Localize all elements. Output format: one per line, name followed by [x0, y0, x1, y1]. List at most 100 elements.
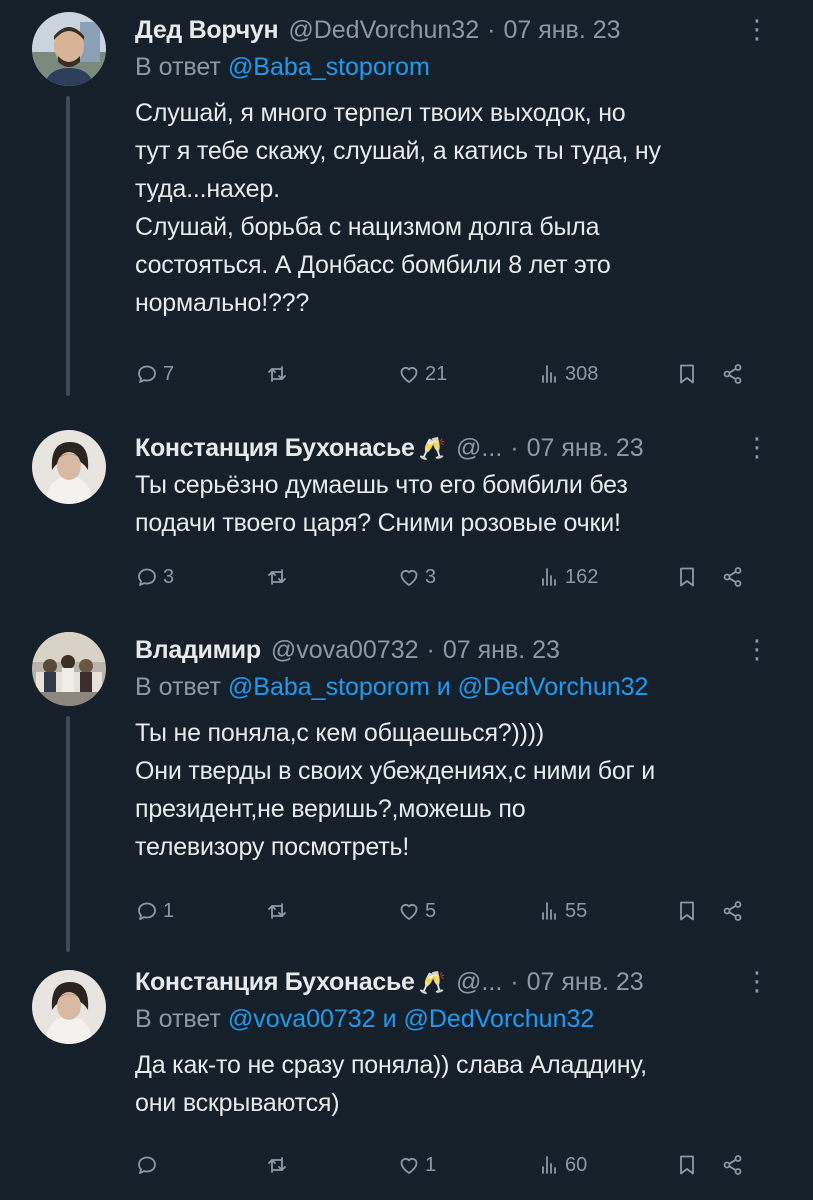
reply-count: 1: [163, 899, 175, 922]
bookmark-button[interactable]: [675, 357, 699, 391]
retweet-icon: [265, 565, 289, 589]
avatar[interactable]: [32, 430, 106, 504]
bookmark-button[interactable]: [675, 894, 699, 928]
retweet-button[interactable]: [265, 560, 293, 594]
avatar[interactable]: [32, 632, 106, 706]
champagne-emoji: 🥂: [418, 970, 447, 995]
bookmark-icon: [675, 1153, 699, 1177]
reply-icon: [135, 899, 159, 923]
tweet-text: Ты не поняла,с кем общаешься?)))) Они тв…: [135, 719, 655, 861]
views-count: 55: [565, 899, 588, 922]
retweet-icon: [265, 1153, 289, 1177]
user-handle[interactable]: @vova00732: [271, 634, 419, 666]
tweet[interactable]: Констанция Бухонасье 🥂 @... · 07 янв. 23…: [0, 410, 813, 610]
mention-joiner: и: [436, 673, 451, 701]
reply-icon: [135, 362, 159, 386]
display-name[interactable]: Владимир: [135, 634, 261, 666]
bookmark-button[interactable]: [675, 560, 699, 594]
retweet-button[interactable]: [265, 1148, 293, 1182]
share-icon: [721, 899, 745, 923]
views-icon: [537, 565, 561, 589]
views-count: 308: [565, 362, 599, 385]
action-bar: 3 3 162: [135, 560, 765, 594]
like-count: 3: [425, 565, 437, 588]
share-button[interactable]: [721, 357, 745, 391]
tweet-header: Владимир @vova00732 · 07 янв. 23 ⋮: [135, 634, 773, 666]
retweet-button[interactable]: [265, 357, 293, 391]
avatar[interactable]: [32, 12, 106, 86]
reply-prefix: В ответ: [135, 53, 221, 81]
reply-icon: [135, 565, 159, 589]
tweet-text: Да как-то не сразу поняла)) слава Аладди…: [135, 1051, 647, 1117]
retweet-button[interactable]: [265, 894, 293, 928]
share-icon: [721, 565, 745, 589]
user-handle[interactable]: @DedVorchun32: [288, 14, 479, 46]
display-name[interactable]: Дед Ворчун: [135, 14, 279, 46]
like-count: 5: [425, 899, 437, 922]
views-button[interactable]: 55: [537, 894, 587, 928]
more-icon[interactable]: ⋮: [744, 432, 770, 462]
views-button[interactable]: 60: [537, 1148, 587, 1182]
heart-icon: [397, 899, 421, 923]
display-name[interactable]: Констанция Бухонасье: [135, 432, 415, 464]
reply-button[interactable]: [135, 1148, 163, 1182]
more-icon[interactable]: ⋮: [744, 634, 770, 664]
action-bar: 1 60: [135, 1148, 765, 1182]
tweet-date[interactable]: 07 янв. 23: [527, 432, 644, 464]
more-icon[interactable]: ⋮: [744, 966, 770, 996]
tweet-header: Констанция Бухонасье 🥂 @... · 07 янв. 23…: [135, 432, 773, 464]
tweet-text: Слушай, я много терпел твоих выходок, но…: [135, 99, 661, 317]
date-separator: ·: [487, 16, 496, 44]
mention-link[interactable]: @vova00732: [228, 1005, 376, 1033]
reply-icon: [135, 1153, 159, 1177]
mention-link[interactable]: @DedVorchun32: [458, 673, 649, 701]
reply-button[interactable]: 7: [135, 357, 174, 391]
bookmark-button[interactable]: [675, 1148, 699, 1182]
tweet[interactable]: Владимир @vova00732 · 07 янв. 23 ⋮ В отв…: [0, 610, 813, 940]
mention-link[interactable]: @Baba_stoporom: [228, 673, 430, 701]
display-name[interactable]: Констанция Бухонасье: [135, 966, 415, 998]
user-handle[interactable]: @...: [456, 966, 502, 998]
action-bar: 1 5 55: [135, 894, 765, 928]
like-button[interactable]: 3: [397, 560, 436, 594]
tweet[interactable]: Констанция Бухонасье 🥂 @... · 07 янв. 23…: [0, 940, 813, 1200]
share-icon: [721, 1153, 745, 1177]
reply-prefix: В ответ: [135, 673, 221, 701]
share-icon: [721, 362, 745, 386]
reply-context: В ответ @vova00732 и @DedVorchun32: [135, 1002, 773, 1036]
tweet-date[interactable]: 07 янв. 23: [443, 634, 560, 666]
like-button[interactable]: 5: [397, 894, 436, 928]
reply-button[interactable]: 3: [135, 560, 174, 594]
reply-count: 3: [163, 565, 175, 588]
reply-context: В ответ @Baba_stoporom: [135, 50, 773, 84]
like-button[interactable]: 1: [397, 1148, 436, 1182]
tweet-text: Ты серьёзно думаешь что его бомбили без …: [135, 471, 628, 537]
views-icon: [537, 1153, 561, 1177]
tweet-date[interactable]: 07 янв. 23: [527, 966, 644, 998]
reply-count: 7: [163, 362, 175, 385]
tweet-date[interactable]: 07 янв. 23: [503, 14, 620, 46]
mention-link[interactable]: @Baba_stoporom: [228, 53, 430, 81]
avatar[interactable]: [32, 970, 106, 1044]
reply-thread: Дед Ворчун @DedVorchun32 · 07 янв. 23 ⋮ …: [0, 0, 813, 1200]
retweet-icon: [265, 362, 289, 386]
bookmark-icon: [675, 565, 699, 589]
share-button[interactable]: [721, 560, 745, 594]
views-button[interactable]: 308: [537, 357, 598, 391]
views-button[interactable]: 162: [537, 560, 598, 594]
date-separator: ·: [510, 434, 519, 462]
tweet[interactable]: Дед Ворчун @DedVorchun32 · 07 янв. 23 ⋮ …: [0, 0, 813, 410]
like-button[interactable]: 21: [397, 357, 447, 391]
heart-icon: [397, 565, 421, 589]
more-icon[interactable]: ⋮: [744, 14, 770, 44]
like-count: 1: [425, 1153, 437, 1176]
user-handle[interactable]: @...: [456, 432, 502, 464]
date-separator: ·: [426, 636, 435, 664]
mention-link[interactable]: @DedVorchun32: [404, 1005, 595, 1033]
share-button[interactable]: [721, 894, 745, 928]
reply-button[interactable]: 1: [135, 894, 174, 928]
reply-context: В ответ @Baba_stoporom и @DedVorchun32: [135, 670, 773, 704]
views-count: 60: [565, 1153, 588, 1176]
reply-prefix: В ответ: [135, 1005, 221, 1033]
share-button[interactable]: [721, 1148, 745, 1182]
